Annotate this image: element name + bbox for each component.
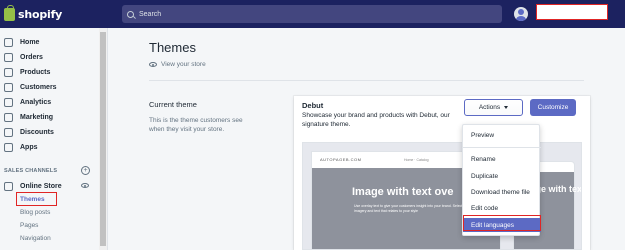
marketing-icon xyxy=(4,112,13,122)
sales-channels-heading: SALES CHANNELS xyxy=(4,168,58,174)
theme-description: Showcase your brand and products with De… xyxy=(302,112,450,128)
shopify-bag-icon xyxy=(4,4,15,21)
edit-languages-highlight-box xyxy=(463,215,541,231)
sidebar-item-apps[interactable]: Apps xyxy=(4,141,99,153)
sidebar-subitem-blog-posts[interactable]: Blog posts xyxy=(20,209,50,216)
sidebar-item-analytics[interactable]: Analytics xyxy=(4,96,99,108)
menu-divider xyxy=(463,147,541,148)
sidebar-item-customers[interactable]: Customers xyxy=(4,81,99,93)
sidebar-item-label: Products xyxy=(20,68,51,76)
sidebar-item-discounts[interactable]: Discounts xyxy=(4,126,99,138)
discounts-icon xyxy=(4,127,13,137)
menu-item-edit-code[interactable]: Edit code xyxy=(463,201,541,215)
menu-item-download-theme-file[interactable]: Download theme file xyxy=(463,185,541,199)
actions-button[interactable]: Actions xyxy=(464,99,523,116)
menu-item-rename[interactable]: Rename xyxy=(463,152,541,166)
analytics-icon xyxy=(4,97,13,107)
divider xyxy=(149,80,584,81)
view-online-store-icon[interactable] xyxy=(81,183,89,188)
home-icon xyxy=(4,37,13,47)
sidebar-item-label: Customers xyxy=(20,83,57,91)
sidebar-item-orders[interactable]: Orders xyxy=(4,51,99,63)
preview-shop-name: AUTOPAGEB.COM xyxy=(320,157,362,162)
actions-label: Actions xyxy=(478,104,501,111)
sidebar-item-home[interactable]: Home xyxy=(4,36,99,48)
online-store-icon xyxy=(4,181,13,191)
chevron-down-icon xyxy=(504,106,509,109)
sidebar-item-label: Online Store xyxy=(20,182,62,190)
logo-text: shopify xyxy=(18,7,63,21)
sidebar-subitem-pages[interactable]: Pages xyxy=(20,222,38,229)
preview-hero-subtitle: Use overlay text to give your customers … xyxy=(354,204,463,213)
eye-icon xyxy=(149,62,157,67)
view-store-label: View your store xyxy=(161,61,206,68)
user-avatar[interactable] xyxy=(514,7,528,21)
top-bar: shopify Search xyxy=(0,0,625,28)
view-store-link[interactable]: View your store xyxy=(149,61,206,68)
scrollbar-thumb[interactable] xyxy=(100,32,106,246)
user-menu-highlight[interactable] xyxy=(536,4,608,20)
menu-item-duplicate[interactable]: Duplicate xyxy=(463,169,541,183)
sidebar-item-label: Home xyxy=(20,38,40,46)
theme-name: Debut xyxy=(302,101,324,110)
shopify-logo[interactable]: shopify xyxy=(4,4,72,23)
orders-icon xyxy=(4,52,13,62)
current-theme-description: This is the theme customers see when the… xyxy=(149,117,243,133)
preview-hero-title: Image with text ove xyxy=(352,186,454,198)
sidebar-item-marketing[interactable]: Marketing xyxy=(4,111,99,123)
sidebar-item-products[interactable]: Products xyxy=(4,66,99,78)
menu-item-preview[interactable]: Preview xyxy=(463,128,541,142)
apps-icon xyxy=(4,142,13,152)
customize-button[interactable]: Customize xyxy=(530,99,576,116)
search-placeholder: Search xyxy=(139,10,162,18)
customers-icon xyxy=(4,82,13,92)
sidebar-item-label: Orders xyxy=(20,53,43,61)
sidebar-item-label: Discounts xyxy=(20,128,54,136)
search-icon xyxy=(127,10,134,18)
add-sales-channel-icon[interactable]: + xyxy=(81,166,90,175)
sidebar-item-label: Apps xyxy=(20,143,38,151)
products-icon xyxy=(4,67,13,77)
sidebar-item-label: Analytics xyxy=(20,98,52,106)
themes-highlight-box xyxy=(16,192,57,206)
sidebar-subitem-navigation[interactable]: Navigation xyxy=(20,235,51,242)
sidebar-scrollbar[interactable] xyxy=(99,28,107,250)
sidebar: Home Orders Products Customers Analytics… xyxy=(0,28,108,250)
page-scrollbar[interactable] xyxy=(612,28,625,250)
preview-nav: Home · Catalog xyxy=(404,158,429,162)
page-title: Themes xyxy=(149,40,196,55)
sidebar-item-label: Marketing xyxy=(20,113,54,121)
theme-card: Debut Showcase your brand and products w… xyxy=(294,96,590,250)
current-theme-heading: Current theme xyxy=(149,100,197,109)
search-input[interactable]: Search xyxy=(122,5,502,23)
